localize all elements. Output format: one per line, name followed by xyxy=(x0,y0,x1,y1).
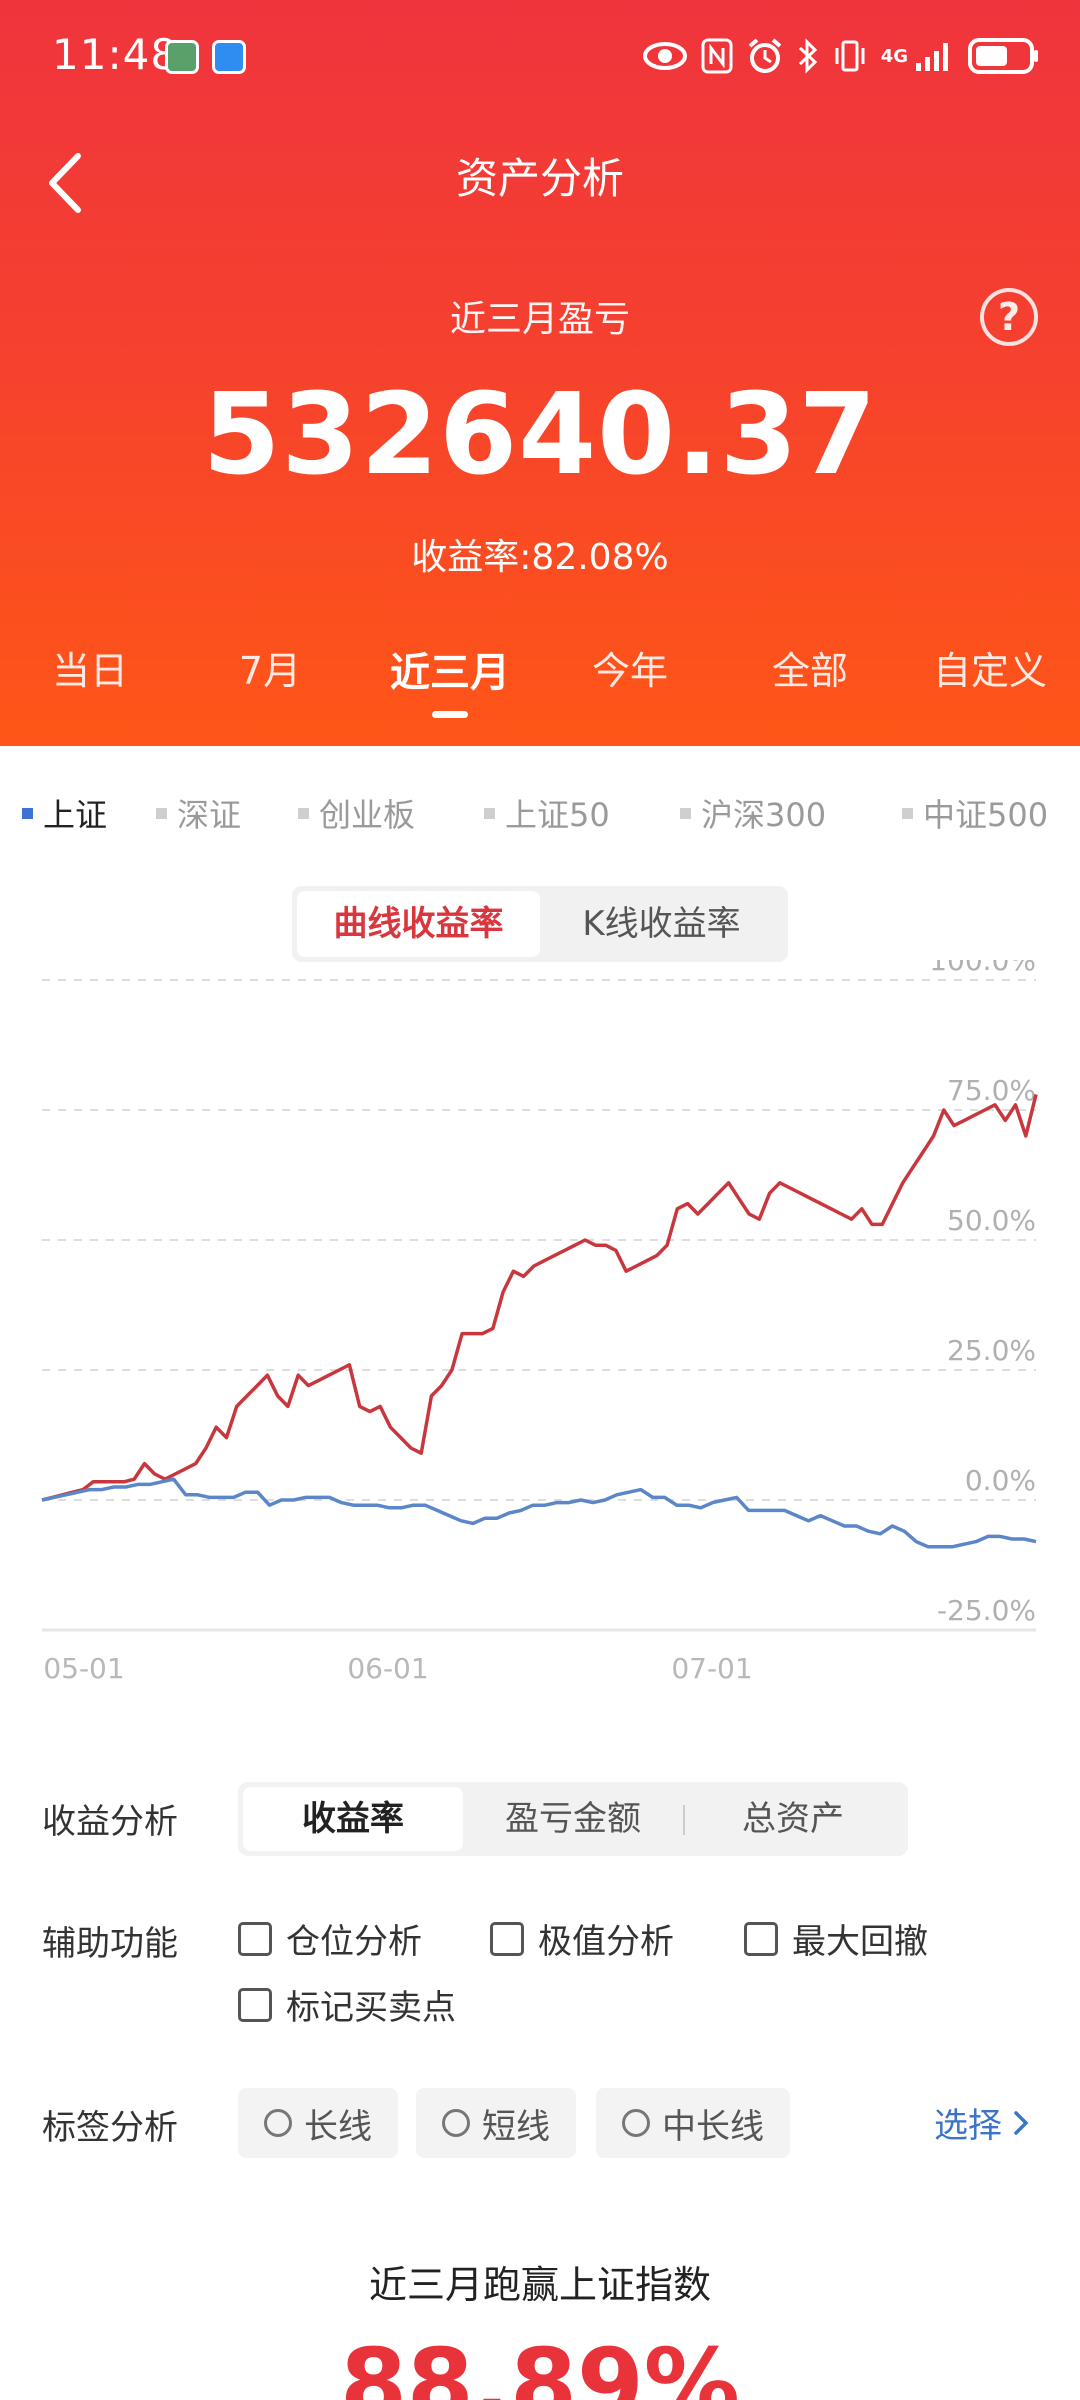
x-tick-label: 07-01 xyxy=(671,1652,752,1685)
x-tick-label: 05-01 xyxy=(43,1652,124,1685)
beat-index-value: 88.89% xyxy=(340,2328,740,2400)
index-dot xyxy=(298,807,309,819)
tab-today[interactable]: 当日 xyxy=(0,640,180,710)
message-app-icon xyxy=(212,40,246,74)
status-time: 11:48 xyxy=(52,30,179,79)
index-tab-sse50[interactable]: 上证50 xyxy=(484,790,610,836)
alarm-icon xyxy=(748,38,781,73)
index-dot xyxy=(484,807,495,819)
checkbox-box xyxy=(490,1921,524,1956)
tab-custom[interactable]: 自定义 xyxy=(900,640,1080,710)
analysis-segment: 收益率 盈亏金额 总资产 xyxy=(238,1782,908,1856)
index-tab-shenzhen[interactable]: 深证 xyxy=(156,790,241,836)
nfc-icon xyxy=(701,38,733,74)
summary-label: 近三月盈亏 xyxy=(449,299,630,340)
help-icon[interactable]: ? xyxy=(980,288,1038,346)
max-drawdown-checkbox[interactable]: 最大回撤 xyxy=(744,1914,928,1963)
checkbox-box xyxy=(238,1921,272,1956)
select-label: 选择 xyxy=(934,2106,1002,2146)
signal-icon xyxy=(916,43,948,71)
index-tab-csi300[interactable]: 沪深300 xyxy=(680,790,826,836)
curve-toggle: 曲线收益率 K线收益率 xyxy=(292,886,788,962)
index-tab-csi500[interactable]: 中证500 xyxy=(902,790,1048,836)
bluetooth-icon xyxy=(798,38,817,74)
index-tab-chinext[interactable]: 创业板 xyxy=(298,790,415,836)
tag-short-term[interactable]: 短线 xyxy=(416,2088,576,2158)
beat-index-title: 近三月跑赢上证指数 xyxy=(368,2263,711,2307)
tag-label: 长线 xyxy=(304,2106,372,2147)
kline-return-option[interactable]: K线收益率 xyxy=(540,891,783,957)
y-tick-label: 50.0% xyxy=(947,1204,1036,1237)
tags-label: 标签分析 xyxy=(42,2108,178,2148)
period-tabs: 当日 7月 近三月 今年 全部 自定义 xyxy=(0,640,1080,718)
analysis-label: 收益分析 xyxy=(42,1802,178,1842)
index-tab-label: 深证 xyxy=(177,796,242,834)
checkbox-label: 极值分析 xyxy=(538,1922,674,1962)
tag-label: 短线 xyxy=(482,2106,550,2147)
index-tab-label: 上证50 xyxy=(505,796,610,834)
index-tab-label: 上证 xyxy=(43,796,108,834)
index-tab-label: 沪深300 xyxy=(701,796,827,834)
select-tags-link[interactable]: 选择 xyxy=(934,2098,1034,2147)
extreme-analysis-checkbox[interactable]: 极值分析 xyxy=(490,1914,674,1963)
checkbox-box xyxy=(238,1987,272,2022)
x-tick-label: 06-01 xyxy=(347,1652,428,1685)
radio-circle xyxy=(442,2109,470,2137)
checkbox-label: 最大回撤 xyxy=(792,1922,928,1962)
tab-three-months[interactable]: 近三月 xyxy=(360,640,540,718)
index-tabs: 上证 深证 创业板 上证50 沪深300 中证500 xyxy=(0,790,1080,840)
network-type: 4G xyxy=(880,45,908,67)
summary-value: 532640.37 xyxy=(202,370,878,500)
page-title: 资产分析 xyxy=(455,154,624,203)
position-analysis-checkbox[interactable]: 仓位分析 xyxy=(238,1914,422,1963)
vibrate-icon xyxy=(835,40,865,72)
index-return-line xyxy=(41,1477,1037,1549)
y-tick-label: -25.0% xyxy=(937,1594,1036,1627)
tab-all[interactable]: 全部 xyxy=(720,640,900,710)
bank-app-icon xyxy=(165,40,199,74)
index-dot xyxy=(22,807,33,819)
tag-mid-long-term[interactable]: 中长线 xyxy=(596,2088,790,2158)
curve-return-option[interactable]: 曲线收益率 xyxy=(297,891,540,957)
header: 11:48 4G 资产分析 近三月盈亏 ? 532640.37 收益率:82.0… xyxy=(0,0,1080,746)
status-icons: 4G xyxy=(642,34,1040,78)
y-tick-label: 25.0% xyxy=(947,1334,1036,1367)
index-tab-label: 创业板 xyxy=(319,796,416,834)
y-tick-label: 100.0% xyxy=(929,960,1036,977)
index-tab-label: 中证500 xyxy=(923,796,1049,834)
tab-this-year[interactable]: 今年 xyxy=(540,640,720,710)
analysis-assets-option[interactable]: 总资产 xyxy=(683,1787,903,1851)
index-tab-shanghai[interactable]: 上证 xyxy=(22,790,107,836)
status-bar: 11:48 4G xyxy=(0,0,1080,110)
y-tick-label: 75.0% xyxy=(947,1074,1036,1107)
chevron-right-icon xyxy=(1014,2110,1029,2135)
analysis-return-option[interactable]: 收益率 xyxy=(243,1787,463,1851)
checkbox-label: 仓位分析 xyxy=(286,1922,422,1962)
tag-long-term[interactable]: 长线 xyxy=(238,2088,398,2158)
tab-july[interactable]: 7月 xyxy=(180,640,360,710)
return-chart-svg: 100.0% 75.0% 50.0% 25.0% 0.0% -25.0% 05-01 06-0… xyxy=(41,960,1038,1685)
index-dot xyxy=(156,807,167,819)
eye-icon xyxy=(642,42,687,70)
radio-circle xyxy=(264,2109,292,2137)
assist-label: 辅助功能 xyxy=(42,1924,178,1964)
index-dot xyxy=(902,807,913,819)
y-tick-label: 0.0% xyxy=(965,1464,1036,1497)
return-chart: 100.0% 75.0% 50.0% 25.0% 0.0% -25.0% 05-01 06-0… xyxy=(0,960,1080,1720)
mark-trades-checkbox[interactable]: 标记买卖点 xyxy=(238,1980,456,2029)
tag-label: 中长线 xyxy=(662,2106,764,2147)
battery-icon xyxy=(968,38,1038,74)
checkbox-label: 标记买卖点 xyxy=(286,1988,456,2028)
radio-circle xyxy=(622,2109,650,2137)
index-dot xyxy=(680,807,691,819)
summary-rate: 收益率:82.08% xyxy=(411,537,669,578)
analysis-pnl-option[interactable]: 盈亏金额 xyxy=(463,1787,683,1851)
checkbox-box xyxy=(744,1921,778,1956)
account-return-line xyxy=(41,1093,1038,1502)
